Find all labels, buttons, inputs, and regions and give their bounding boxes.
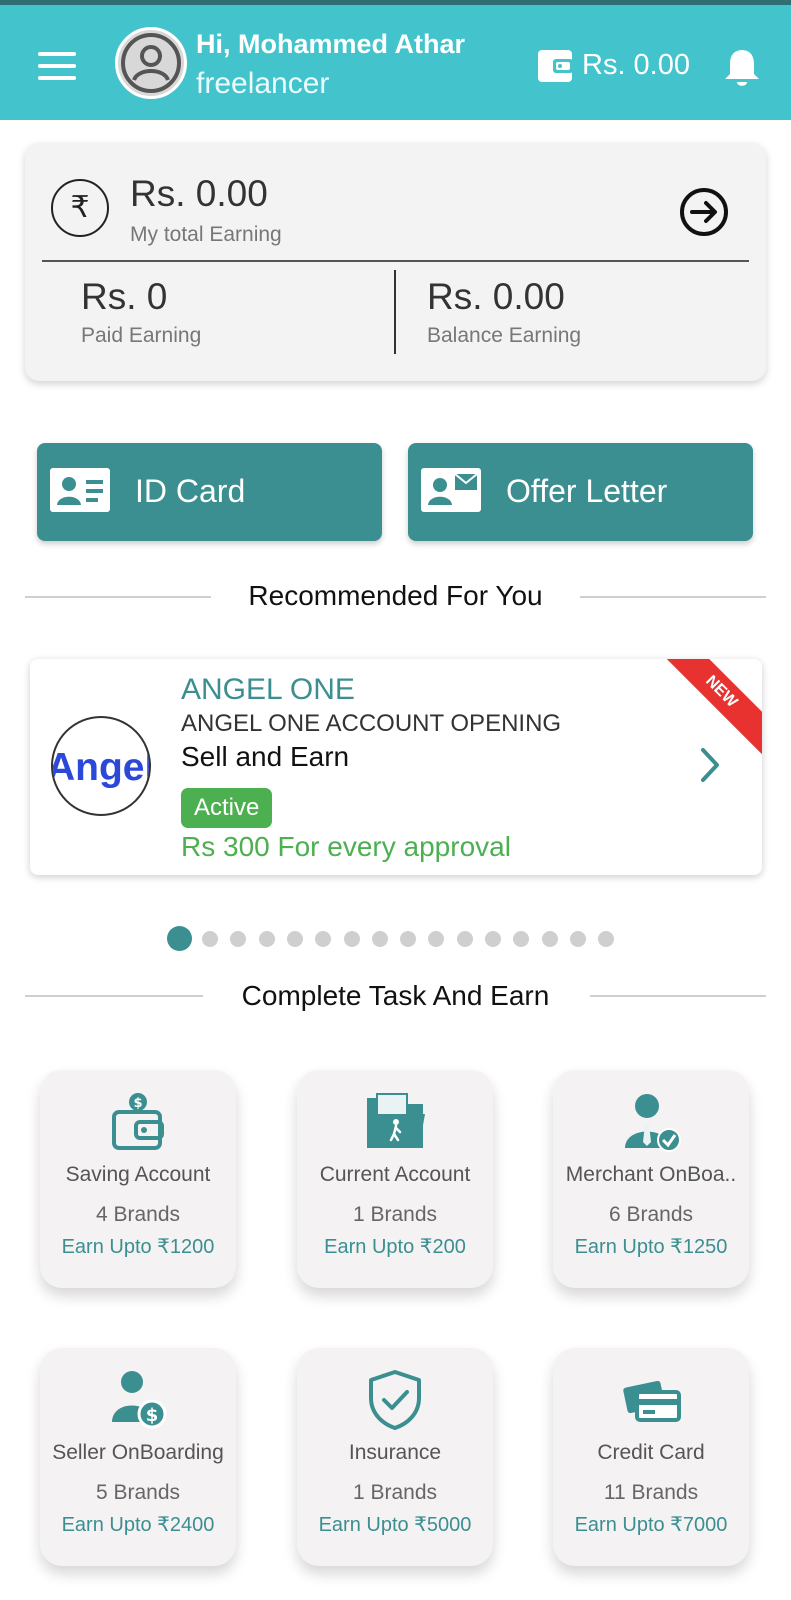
recommended-offer-card[interactable]: Angel ANGEL ONE ANGEL ONE ACCOUNT OPENIN… xyxy=(30,659,762,875)
task-card-insurance[interactable]: Insurance 1 Brands Earn Upto ₹5000 xyxy=(297,1348,493,1566)
recommended-title: Recommended For You xyxy=(248,580,543,611)
carousel-dot[interactable] xyxy=(343,931,360,947)
divider xyxy=(42,260,749,262)
angel-one-logo: Angel xyxy=(51,716,151,816)
id-card-icon xyxy=(49,467,111,513)
carousel-dot[interactable] xyxy=(569,931,586,947)
carousel-dot[interactable] xyxy=(167,926,192,951)
task-card-seller-onboarding[interactable]: $ Seller OnBoarding 5 Brands Earn Upto ₹… xyxy=(40,1348,236,1566)
offer-title: Sell and Earn xyxy=(181,741,350,772)
task-earn: Earn Upto ₹1200 xyxy=(61,1236,215,1258)
app-header: Hi, Mohammed Athar freelancer Rs. 0.00 xyxy=(0,5,791,120)
new-ribbon: NEW xyxy=(657,659,762,756)
avatar[interactable] xyxy=(115,27,187,99)
offer-subtitle: ANGEL ONE ACCOUNT OPENING xyxy=(181,710,562,737)
task-name: Saving Account xyxy=(65,1163,211,1186)
user-greeting: Hi, Mohammed Athar xyxy=(196,29,466,59)
task-card-saving-account[interactable]: $ Saving Account 4 Brands Earn Upto ₹120… xyxy=(40,1070,236,1288)
offer-letter-button[interactable]: Offer Letter xyxy=(408,443,753,541)
bell-icon[interactable] xyxy=(722,47,762,89)
chevron-right-icon[interactable] xyxy=(695,743,725,787)
carousel-dot[interactable] xyxy=(456,931,473,947)
seller-icon: $ xyxy=(106,1368,170,1432)
task-brands: 5 Brands xyxy=(95,1481,181,1504)
offer-brand: ANGEL ONE xyxy=(181,673,355,706)
task-earn: Earn Upto ₹1250 xyxy=(574,1236,728,1258)
carousel-dot[interactable] xyxy=(513,931,530,947)
svg-text:$: $ xyxy=(133,1096,142,1111)
task-earn: Earn Upto ₹2400 xyxy=(61,1514,215,1536)
carousel-dot[interactable] xyxy=(258,931,275,947)
task-name: Current Account xyxy=(319,1163,471,1186)
earnings-card: ₹ Rs. 0.00 My total Earning Rs. 0 Paid E… xyxy=(25,143,766,381)
folder-icon xyxy=(363,1090,427,1154)
wallet-balance[interactable]: Rs. 0.00 xyxy=(582,49,690,82)
wallet-icon: $ xyxy=(106,1090,170,1154)
carousel-dot[interactable] xyxy=(428,931,445,947)
task-earn: Earn Upto ₹200 xyxy=(324,1236,466,1258)
task-name: Insurance xyxy=(348,1441,442,1464)
total-earning-label: My total Earning xyxy=(130,223,282,246)
task-brands: 1 Brands xyxy=(352,1481,438,1504)
task-card-current-account[interactable]: Current Account 1 Brands Earn Upto ₹200 xyxy=(297,1070,493,1288)
wallet-icon[interactable] xyxy=(537,47,575,85)
status-badge: Active xyxy=(181,788,273,828)
task-name: Merchant OnBoa.. xyxy=(565,1163,737,1186)
task-earn: Earn Upto ₹5000 xyxy=(318,1514,472,1536)
svg-text:$: $ xyxy=(146,1405,159,1426)
merchant-icon xyxy=(619,1090,683,1154)
carousel-dot[interactable] xyxy=(315,931,332,947)
rupee-icon: ₹ xyxy=(51,179,109,237)
total-earning-amount: Rs. 0.00 xyxy=(130,173,268,214)
carousel-dot[interactable] xyxy=(202,931,218,947)
task-name: Seller OnBoarding xyxy=(52,1441,224,1464)
carousel-dot[interactable] xyxy=(400,931,417,947)
task-earn: Earn Upto ₹7000 xyxy=(574,1514,728,1536)
carousel-dot[interactable] xyxy=(230,931,247,947)
id-card-button[interactable]: ID Card xyxy=(37,443,382,541)
shield-icon xyxy=(363,1368,427,1432)
credit-card-icon xyxy=(619,1368,683,1432)
offer-letter-icon xyxy=(420,467,482,513)
id-card-label: ID Card xyxy=(135,473,246,509)
arrow-right-circle-icon[interactable] xyxy=(678,186,730,238)
task-card-credit-card[interactable]: Credit Card 11 Brands Earn Upto ₹7000 xyxy=(553,1348,749,1566)
offer-letter-label: Offer Letter xyxy=(506,473,668,509)
offer-reward: Rs 300 For every approval xyxy=(181,831,511,862)
task-brands: 4 Brands xyxy=(95,1203,181,1226)
carousel-dot[interactable] xyxy=(598,931,615,947)
tasks-title: Complete Task And Earn xyxy=(241,980,550,1011)
paid-earning-amount: Rs. 0 xyxy=(81,276,168,317)
task-brands: 6 Brands xyxy=(608,1203,694,1226)
task-name: Credit Card xyxy=(597,1441,705,1464)
carousel-dot[interactable] xyxy=(485,931,501,947)
task-brands: 1 Brands xyxy=(352,1203,438,1226)
paid-earning-label: Paid Earning xyxy=(81,324,202,347)
carousel-dot[interactable] xyxy=(286,931,303,947)
task-card-merchant-onboarding[interactable]: Merchant OnBoa.. 6 Brands Earn Upto ₹125… xyxy=(553,1070,749,1288)
carousel-dot[interactable] xyxy=(541,931,558,947)
balance-earning-amount: Rs. 0.00 xyxy=(427,276,565,317)
divider xyxy=(394,270,396,354)
carousel-dot[interactable] xyxy=(371,931,388,947)
balance-earning-label: Balance Earning xyxy=(427,324,582,347)
hamburger-menu-icon[interactable] xyxy=(38,52,78,82)
user-role: freelancer xyxy=(196,67,330,100)
task-brands: 11 Brands xyxy=(603,1481,699,1504)
